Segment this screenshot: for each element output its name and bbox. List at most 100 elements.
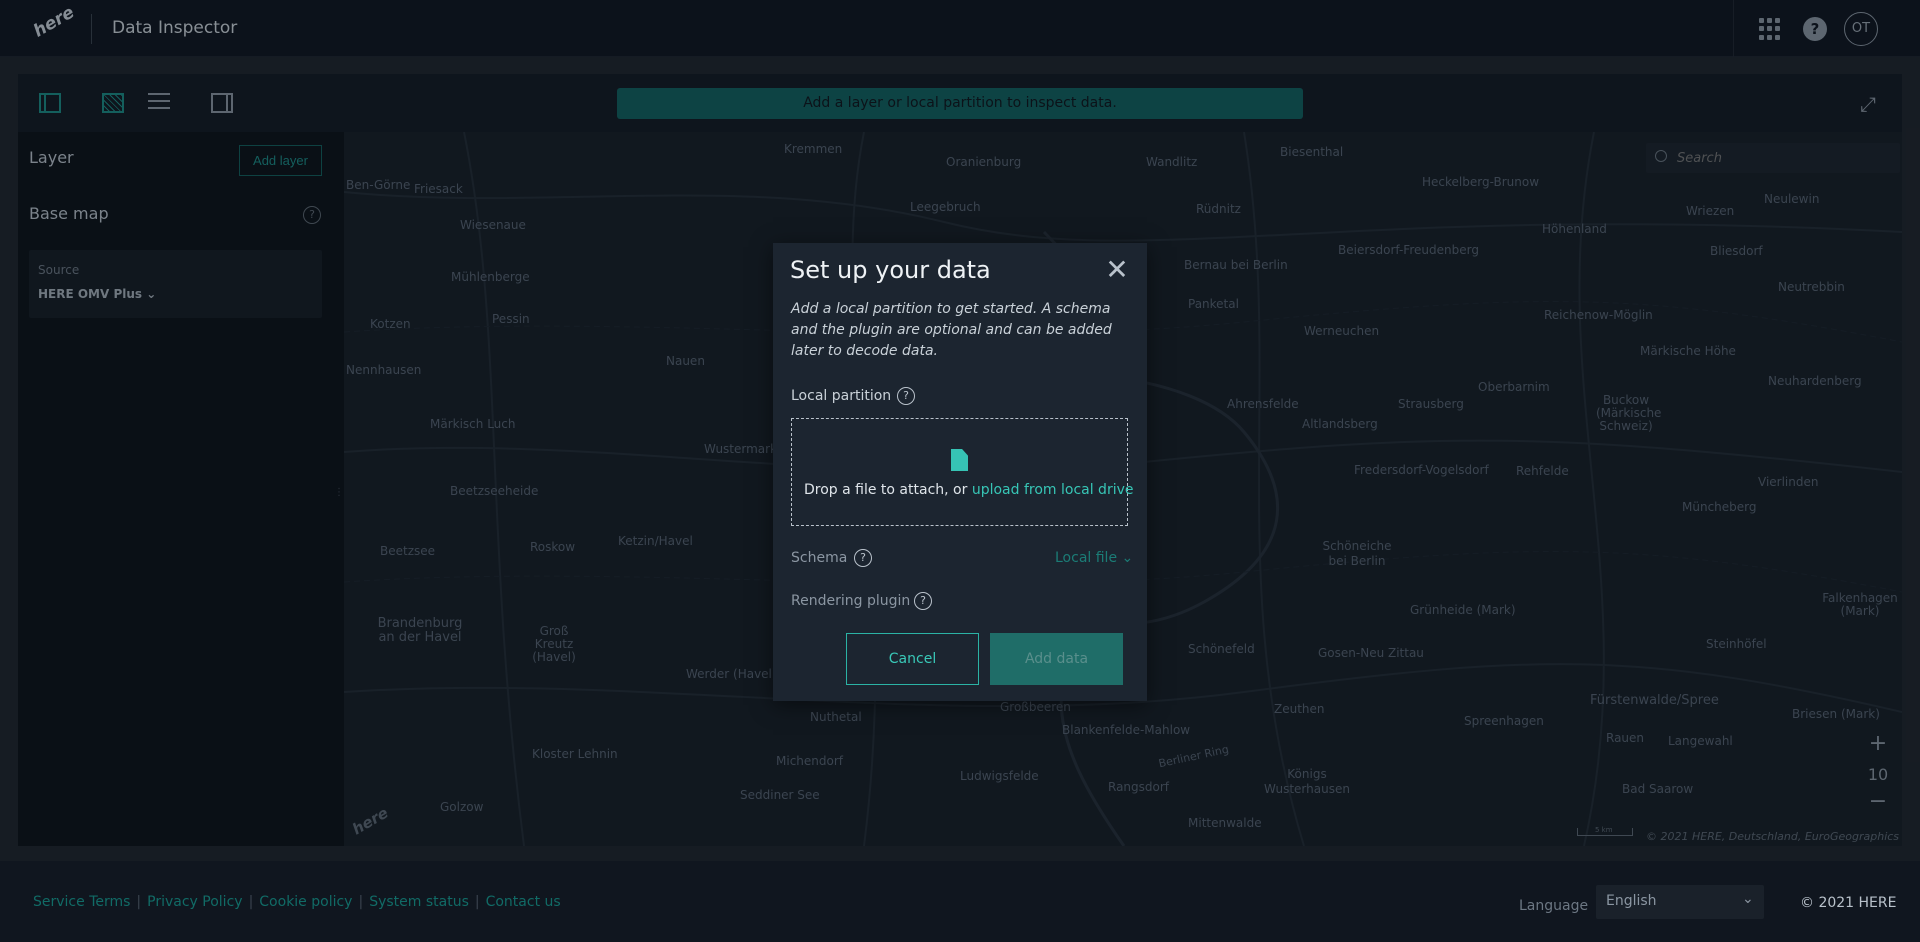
place-label: Golzow xyxy=(440,800,484,814)
place-label: Groß Kreutz (Havel) xyxy=(532,624,576,664)
place-label: Gosen-Neu Zittau xyxy=(1318,646,1424,660)
panel-resize-handle[interactable]: ⋮ xyxy=(334,487,344,505)
apps-grid-icon[interactable] xyxy=(1759,18,1781,40)
schema-help-icon[interactable]: ? xyxy=(854,549,872,567)
basemap-section-title: Base map xyxy=(29,204,109,223)
place-label: Nauen xyxy=(666,354,705,368)
zoom-level: 10 xyxy=(1867,765,1889,784)
footer-link-privacy-policy[interactable]: Privacy Policy xyxy=(147,894,242,910)
local-partition-help-icon[interactable]: ? xyxy=(897,387,915,405)
place-label: Märkisch Luch xyxy=(430,417,516,431)
place-label: Kotzen xyxy=(370,317,411,331)
source-label: Source xyxy=(38,263,80,277)
place-label: Biesenthal xyxy=(1280,145,1344,159)
place-label: Friesack xyxy=(414,182,463,196)
place-label: Blankenfelde-Mahlow xyxy=(1062,723,1191,737)
info-banner: Add a layer or local partition to inspec… xyxy=(617,88,1303,119)
chevron-down-icon: ⌄ xyxy=(146,287,157,301)
place-label: Ketzin/Havel xyxy=(618,534,693,548)
place-label: Rauen xyxy=(1606,731,1645,745)
right-panel-toggle-icon[interactable] xyxy=(211,93,233,113)
place-label: Vierlinden xyxy=(1758,475,1819,489)
place-label: Rangsdorf xyxy=(1108,780,1170,794)
place-label: Kloster Lehnin xyxy=(532,747,618,761)
language-label: Language xyxy=(1519,898,1589,914)
zoom-out-button[interactable]: − xyxy=(1868,791,1888,813)
place-label: Grünheide (Mark) xyxy=(1410,603,1516,617)
place-label: Ludwigsfelde xyxy=(960,769,1039,783)
left-panel xyxy=(18,132,344,846)
place-label: Oberbarnim xyxy=(1478,380,1550,394)
place-label: Neutrebbin xyxy=(1778,280,1845,294)
footer-link-service-terms[interactable]: Service Terms xyxy=(33,894,130,910)
place-label: Beetzsee xyxy=(380,544,436,558)
fullscreen-expand-icon[interactable]: ⤢ xyxy=(1860,94,1880,114)
footer-link-cookie-policy[interactable]: Cookie policy xyxy=(259,894,352,910)
place-label: Wandlitz xyxy=(1146,155,1198,169)
place-label: Pessin xyxy=(492,312,530,326)
footer-copyright: © 2021 HERE xyxy=(1800,895,1897,911)
source-card xyxy=(29,250,322,318)
chevron-down-icon: ⌄ xyxy=(1742,891,1754,907)
place-label: Panketal xyxy=(1188,297,1239,311)
footer-links: Service Terms | Privacy Policy | Cookie poli… xyxy=(33,894,561,910)
top-navbar: here Data Inspector ? OT xyxy=(0,0,1920,57)
map-search-input[interactable] xyxy=(1677,148,1877,168)
dropzone-instruction: Drop a file to attach, or xyxy=(804,482,972,498)
place-label: Nuthetal xyxy=(810,710,862,724)
footer-link-contact-us[interactable]: Contact us xyxy=(486,894,561,910)
source-value: HERE OMV Plus xyxy=(38,287,143,301)
place-label: Rüdnitz xyxy=(1196,202,1241,216)
header-right-divider xyxy=(1733,0,1734,57)
search-icon xyxy=(1655,150,1667,162)
place-label: Märkische Höhe xyxy=(1640,344,1736,358)
place-label: Steinhöfel xyxy=(1706,637,1767,651)
map-view-icon[interactable] xyxy=(102,93,124,113)
footer-separator: | xyxy=(358,894,364,910)
app-root: here Data Inspector ? OT Add a layer or … xyxy=(0,0,1920,942)
add-data-button[interactable]: Add data xyxy=(990,633,1123,685)
cancel-button[interactable]: Cancel xyxy=(846,633,979,685)
upload-link[interactable]: upload from local drive xyxy=(972,482,1134,498)
footer-link-system-status[interactable]: System status xyxy=(369,894,469,910)
basemap-help-icon[interactable]: ? xyxy=(303,206,321,224)
schema-select[interactable]: Local file ⌄ xyxy=(1055,550,1133,566)
here-logo[interactable]: here xyxy=(30,3,82,53)
user-avatar[interactable]: OT xyxy=(1844,12,1878,46)
source-select[interactable]: HERE OMV Plus ⌄ xyxy=(38,287,156,301)
place-label: Höhenland xyxy=(1542,222,1607,236)
place-label: Schöneiche bei Berlin xyxy=(1322,539,1392,568)
schema-value: Local file xyxy=(1055,550,1118,566)
place-label: Langewahl xyxy=(1668,734,1733,748)
place-label: Michendorf xyxy=(776,754,843,768)
place-label: Heckelberg-Brunow xyxy=(1422,175,1540,189)
place-label: Briesen (Mark) xyxy=(1792,707,1880,721)
zoom-in-button[interactable]: + xyxy=(1868,733,1888,755)
add-layer-button[interactable]: Add layer xyxy=(239,145,322,176)
place-label: Neuhardenberg xyxy=(1768,374,1862,388)
help-icon[interactable]: ? xyxy=(1803,17,1827,41)
file-dropzone[interactable] xyxy=(791,418,1128,526)
place-label: Ahrensfelde xyxy=(1227,397,1299,411)
place-label: Neulewin xyxy=(1764,192,1820,206)
place-label: Rehfelde xyxy=(1516,464,1569,478)
place-label: Mühlenberge xyxy=(451,270,530,284)
place-label: Bernau bei Berlin xyxy=(1184,258,1288,272)
place-label: Seddiner See xyxy=(740,788,820,802)
place-label: Altlandsberg xyxy=(1302,417,1378,431)
local-partition-label: Local partition xyxy=(791,388,892,404)
place-label: Oranienburg xyxy=(946,155,1022,169)
rendering-plugin-help-icon[interactable]: ? xyxy=(914,592,932,610)
left-panel-toggle-icon[interactable] xyxy=(39,93,61,113)
place-label: Beetzseeheide xyxy=(450,484,539,498)
place-label: Müncheberg xyxy=(1682,500,1757,514)
map-copyright: © 2021 HERE, Deutschland, EuroGeographic… xyxy=(1646,830,1900,843)
list-view-icon[interactable] xyxy=(148,93,170,113)
close-icon[interactable]: ✕ xyxy=(1105,256,1129,284)
place-label: Mittenwalde xyxy=(1188,816,1262,830)
app-title: Data Inspector xyxy=(112,18,238,38)
place-label: Roskow xyxy=(530,540,576,554)
place-label: Ben-Görne xyxy=(346,178,411,192)
place-label: Brandenburg an der Havel xyxy=(377,616,463,645)
place-label: Strausberg xyxy=(1398,397,1464,411)
